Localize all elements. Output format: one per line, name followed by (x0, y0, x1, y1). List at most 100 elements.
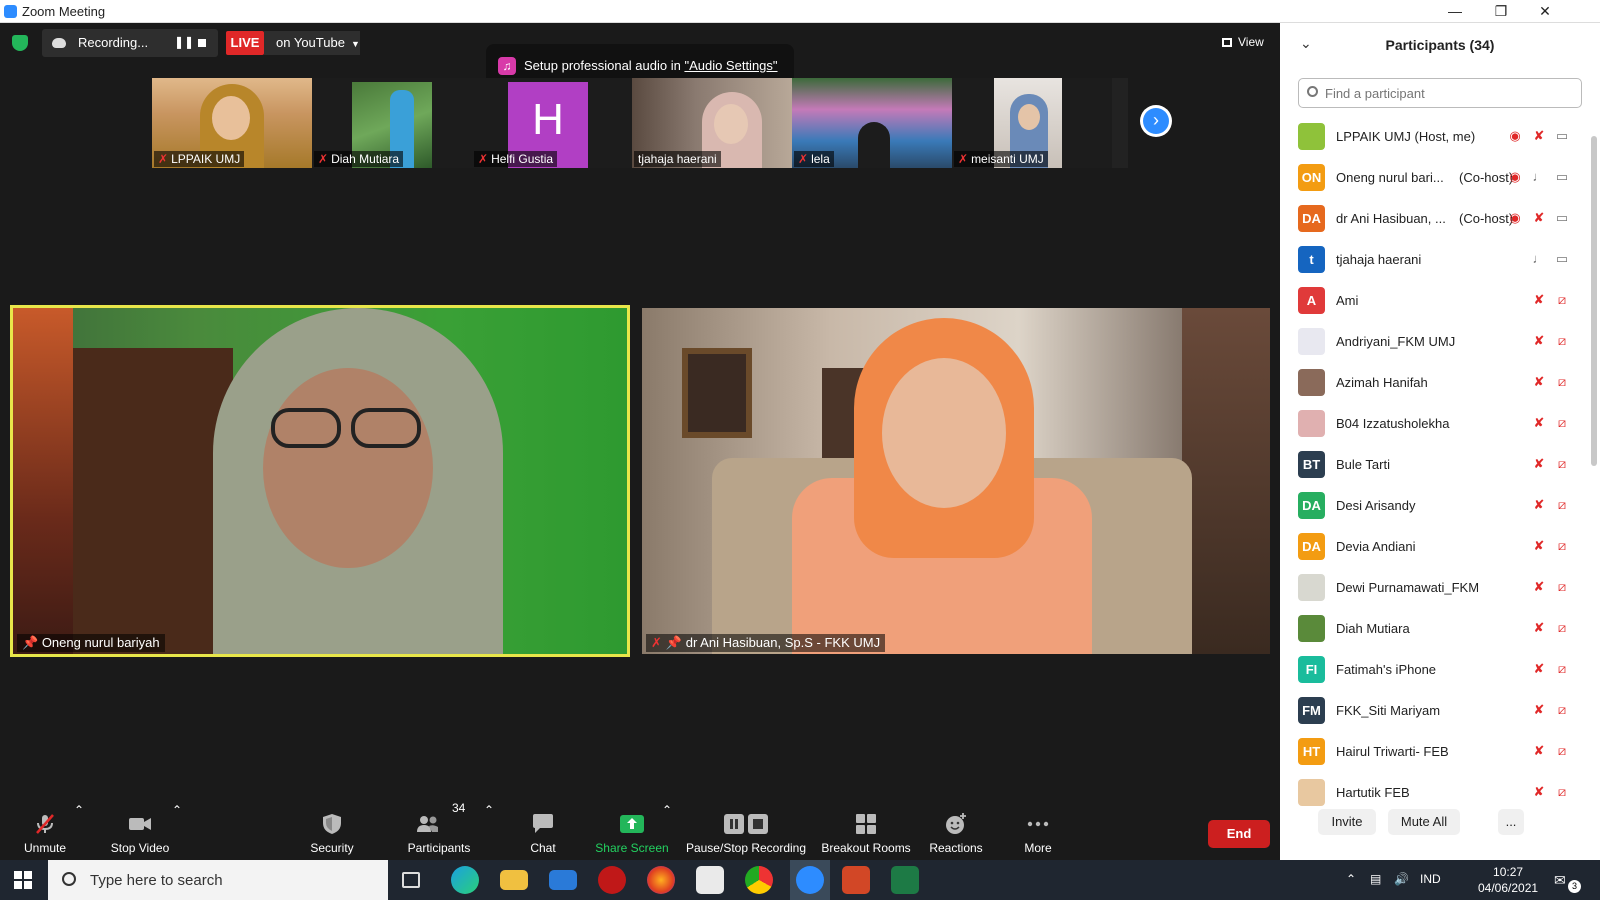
participant-row[interactable]: LPPAIK UMJ (Host, me) ◉ ✘ ▭ (1280, 116, 1590, 157)
taskbar-search[interactable]: Type here to search (48, 860, 388, 900)
mic-muted-icon[interactable]: ✘ (1530, 537, 1548, 555)
share-options-caret[interactable]: ⌃ (662, 803, 672, 860)
video-off-icon[interactable]: ⧄ (1553, 496, 1571, 514)
participant-row[interactable]: BT Bule Tarti ✘ ⧄ (1280, 444, 1590, 485)
chrome-icon[interactable] (745, 866, 773, 894)
unmute-button[interactable]: Unmute (10, 803, 80, 860)
mic-muted-icon[interactable]: ✘ (1530, 455, 1548, 473)
mic-muted-icon[interactable]: ✘ (1530, 209, 1548, 227)
participant-row[interactable]: A Ami ✘ ⧄ (1280, 280, 1590, 321)
mic-muted-icon[interactable]: ✘ (1530, 373, 1548, 391)
participant-row[interactable]: DA Desi Arisandy ✘ ⧄ (1280, 485, 1590, 526)
participant-row[interactable]: HT Hairul Triwarti- FEB ✘ ⧄ (1280, 731, 1590, 772)
mic-icon[interactable]: ♩ (1530, 168, 1548, 186)
video-off-icon[interactable]: ⧄ (1553, 332, 1571, 350)
video-thumbnail[interactable]: H ✗ Helfi Gustia (472, 78, 632, 168)
livestream-dropdown[interactable]: on YouTube ▼ (264, 31, 360, 55)
participant-list-scrollbar[interactable] (1590, 116, 1598, 816)
participant-row[interactable]: FM FKK_Siti Mariyam ✘ ⧄ (1280, 690, 1590, 731)
video-off-icon[interactable]: ⧄ (1553, 619, 1571, 637)
participant-row[interactable]: DA Devia Andiani ✘ ⧄ (1280, 526, 1590, 567)
microsoft-store-icon[interactable] (696, 866, 724, 894)
participant-row[interactable]: Andriyani_FKM UMJ ✘ ⧄ (1280, 321, 1590, 362)
firefox-icon[interactable] (647, 866, 675, 894)
participant-search-input[interactable] (1325, 83, 1575, 103)
participant-row[interactable]: Diah Mutiara ✘ ⧄ (1280, 608, 1590, 649)
powerpoint-icon[interactable] (842, 866, 870, 894)
mic-muted-icon[interactable]: ✘ (1530, 701, 1548, 719)
chat-button[interactable]: Chat (508, 803, 578, 860)
file-explorer-icon[interactable] (500, 870, 528, 890)
mic-muted-icon[interactable]: ✘ (1530, 578, 1548, 596)
mute-all-button[interactable]: Mute All (1388, 809, 1460, 835)
minimize-icon[interactable]: — (1432, 0, 1478, 23)
excel-icon[interactable] (891, 866, 919, 894)
video-thumbnail[interactable]: tjahaja haerani (632, 78, 792, 168)
participant-video[interactable]: ✗ 📌 dr Ani Hasibuan, Sp.S - FKK UMJ (642, 308, 1270, 654)
video-thumbnail[interactable]: ✗ Diah Mutiara (312, 78, 472, 168)
participant-row[interactable]: B04 Izzatusholekha ✘ ⧄ (1280, 403, 1590, 444)
windows-start-icon[interactable] (14, 871, 32, 889)
mail-icon[interactable] (549, 870, 577, 890)
view-button[interactable]: View (1222, 35, 1264, 49)
active-speaker-video[interactable]: 📌 Oneng nurul bariyah (10, 305, 630, 657)
volume-icon[interactable]: 🔊 (1394, 872, 1409, 886)
video-off-icon[interactable]: ⧄ (1553, 783, 1571, 801)
video-thumbnail[interactable]: ✗ meisanti UMJ (952, 78, 1112, 168)
video-off-icon[interactable]: ⧄ (1553, 660, 1571, 678)
participants-button[interactable]: 34 Participants (394, 801, 484, 860)
participant-row[interactable]: Azimah Hanifah ✘ ⧄ (1280, 362, 1590, 403)
zoom-taskbar-active[interactable] (790, 860, 830, 900)
participants-options-caret[interactable]: ⌃ (484, 803, 494, 860)
audio-options-caret[interactable]: ⌃ (74, 803, 84, 860)
mic-muted-icon[interactable]: ✘ (1530, 783, 1548, 801)
close-icon[interactable]: ✕ (1522, 0, 1568, 23)
video-off-icon[interactable]: ⧄ (1553, 701, 1571, 719)
mic-icon[interactable]: ♩ (1530, 250, 1548, 268)
video-camera-icon[interactable]: ▭ (1553, 250, 1571, 268)
audio-settings-link[interactable]: "Audio Settings" (684, 58, 777, 73)
video-thumbnail[interactable]: ✗ LPPAIK UMJ (152, 78, 312, 168)
mic-muted-icon[interactable]: ✘ (1530, 619, 1548, 637)
show-hidden-icons-icon[interactable]: ⌃ (1346, 872, 1356, 886)
pause-recording-icon[interactable]: ❚❚ (174, 35, 194, 49)
mic-muted-icon[interactable]: ✘ (1530, 496, 1548, 514)
restore-icon[interactable]: ❐ (1478, 0, 1524, 23)
video-off-icon[interactable]: ⧄ (1553, 291, 1571, 309)
next-page-button[interactable]: › (1140, 105, 1172, 137)
edge-browser-icon[interactable] (451, 866, 479, 894)
video-off-icon[interactable]: ⧄ (1553, 578, 1571, 596)
participant-row[interactable]: FI Fatimah's iPhone ✘ ⧄ (1280, 649, 1590, 690)
notifications-icon[interactable]: ✉ (1554, 872, 1566, 889)
video-thumbnail[interactable]: ✗ lela (792, 78, 952, 168)
breakout-rooms-button[interactable]: Breakout Rooms (818, 803, 914, 860)
stop-video-button[interactable]: Stop Video (100, 803, 180, 860)
panel-more-button[interactable]: ... (1498, 809, 1524, 835)
invite-button[interactable]: Invite (1318, 809, 1376, 835)
input-language[interactable]: IND (1420, 872, 1441, 886)
video-options-caret[interactable]: ⌃ (172, 803, 182, 860)
video-off-icon[interactable]: ⧄ (1553, 455, 1571, 473)
taskbar-clock[interactable]: 10:27 04/06/2021 (1478, 864, 1538, 896)
mic-muted-icon[interactable]: ✘ (1530, 291, 1548, 309)
participant-row[interactable]: Dewi Purnamawati_FKM ✘ ⧄ (1280, 567, 1590, 608)
security-button[interactable]: Security (292, 803, 372, 860)
video-off-icon[interactable]: ⧄ (1553, 414, 1571, 432)
participant-row[interactable]: t tjahaja haerani ♩ ▭ (1280, 239, 1590, 280)
network-icon[interactable]: ▤ (1370, 872, 1381, 886)
security-app-icon[interactable] (598, 866, 626, 894)
participant-row[interactable]: ON Oneng nurul bari... (Co-host) ◉ ♩ ▭ (1280, 157, 1590, 198)
video-off-icon[interactable]: ⧄ (1553, 537, 1571, 555)
scrollbar-thumb[interactable] (1591, 136, 1597, 466)
mic-muted-icon[interactable]: ✘ (1530, 127, 1548, 145)
reactions-button[interactable]: Reactions (918, 803, 994, 860)
mic-muted-icon[interactable]: ✘ (1530, 414, 1548, 432)
end-meeting-button[interactable]: End (1208, 820, 1270, 848)
video-camera-icon[interactable]: ▭ (1553, 127, 1571, 145)
mic-muted-icon[interactable]: ✘ (1530, 332, 1548, 350)
participant-search[interactable] (1298, 78, 1582, 108)
video-off-icon[interactable]: ⧄ (1553, 742, 1571, 760)
mic-muted-icon[interactable]: ✘ (1530, 660, 1548, 678)
participant-row[interactable]: DA dr Ani Hasibuan, ... (Co-host) ◉ ✘ ▭ (1280, 198, 1590, 239)
video-camera-icon[interactable]: ▭ (1553, 209, 1571, 227)
